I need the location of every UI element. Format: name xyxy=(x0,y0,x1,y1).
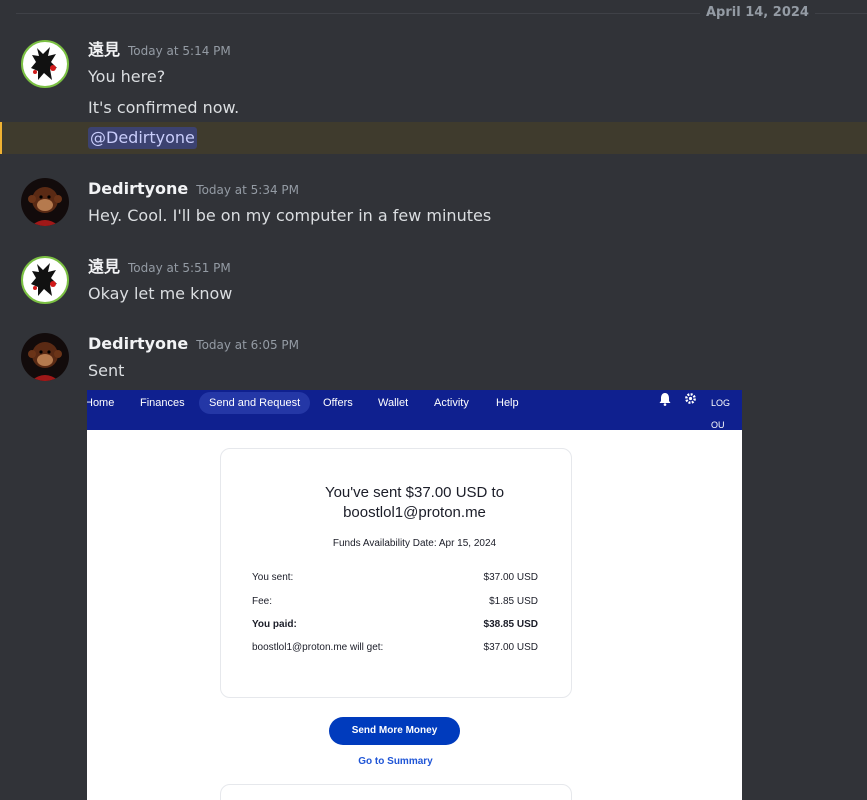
row-label: boostlol1@proton.me will get: xyxy=(252,642,384,653)
logout-link: LOG OU xyxy=(711,398,731,430)
row-value: $38.85 USD xyxy=(483,619,538,630)
bell-icon xyxy=(659,392,671,410)
nav-activity: Activity xyxy=(434,397,469,409)
user-mention[interactable]: @Dedirtyone xyxy=(88,127,197,149)
timestamp: Today at 5:14 PM xyxy=(128,44,231,58)
payment-navbar: Home Finances Send and Request Offers Wa… xyxy=(87,390,742,430)
row-label: You paid: xyxy=(252,619,297,630)
monkey-avatar-icon xyxy=(28,342,62,381)
avatar[interactable] xyxy=(21,333,69,381)
avatar-figure-icon xyxy=(31,263,57,296)
username-text[interactable]: Dedirtyone xyxy=(88,334,188,353)
image-attachment[interactable]: Home Finances Send and Request Offers Wa… xyxy=(87,390,742,800)
message-text: Sent xyxy=(88,361,125,380)
send-more-money-button: Send More Money xyxy=(329,717,460,745)
username[interactable]: Dedirtyone Today at 5:34 PM xyxy=(88,179,299,200)
row-value: $37.00 USD xyxy=(483,642,538,653)
username-text[interactable]: 遠見 xyxy=(88,40,120,59)
username-text[interactable]: 遠見 xyxy=(88,257,120,276)
username[interactable]: Dedirtyone Today at 6:05 PM xyxy=(88,334,299,355)
nav-send-and-request: Send and Request xyxy=(199,392,311,414)
avatar-figure-icon xyxy=(31,47,57,80)
confirmation-title: You've sent $37.00 USD to boostlol1@prot… xyxy=(87,483,742,523)
username[interactable]: 遠見 Today at 5:14 PM xyxy=(88,40,231,61)
avatar[interactable] xyxy=(21,40,69,88)
row-label: Fee: xyxy=(252,596,273,607)
title-line: You've sent $37.00 USD to xyxy=(324,484,505,501)
username[interactable]: 遠見 Today at 5:51 PM xyxy=(88,257,231,278)
availability-date: Funds Availability Date: Apr 15, 2024 xyxy=(332,538,497,549)
row-value: $1.85 USD xyxy=(489,596,538,607)
date-divider-label: April 14, 2024 xyxy=(700,5,815,21)
message-text: Okay let me know xyxy=(88,284,233,303)
timestamp: Today at 5:51 PM xyxy=(128,261,231,275)
nav-help: Help xyxy=(496,397,519,409)
message-text: Hey. Cool. I'll be on my computer in a f… xyxy=(88,206,492,225)
row-label: You sent: xyxy=(252,572,294,583)
timestamp: Today at 6:05 PM xyxy=(196,338,300,352)
nav-wallet: Wallet xyxy=(378,397,409,409)
message-text: You here? xyxy=(88,67,166,86)
nav-home: Home xyxy=(87,397,115,409)
nav-finances: Finances xyxy=(140,397,185,409)
username-text[interactable]: Dedirtyone xyxy=(88,179,188,198)
row-value: $37.00 USD xyxy=(483,572,538,583)
message-text: It's confirmed now. xyxy=(88,98,240,117)
avatar[interactable] xyxy=(21,178,69,226)
avatar[interactable] xyxy=(21,256,69,304)
go-to-summary-link: Go to Summary xyxy=(358,756,433,767)
gear-icon xyxy=(684,392,697,409)
title-line: boostlol1@proton.me xyxy=(343,504,486,521)
nav-offers: Offers xyxy=(323,397,353,409)
monkey-avatar-icon xyxy=(28,187,62,226)
secondary-card xyxy=(220,784,572,800)
timestamp: Today at 5:34 PM xyxy=(196,183,300,197)
